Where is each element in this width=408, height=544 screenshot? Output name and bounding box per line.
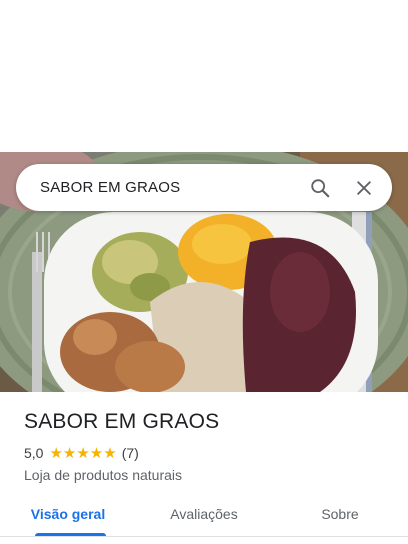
- place-title: SABOR EM GRAOS: [24, 410, 220, 433]
- tab-bar: Visão geral Avaliações Sobre: [0, 496, 408, 536]
- close-icon: [354, 178, 374, 198]
- tab-reviews[interactable]: Avaliações: [136, 496, 272, 536]
- search-bar[interactable]: SABOR EM GRAOS: [16, 164, 392, 211]
- star-rating-icon: ★★★★★: [49, 445, 117, 462]
- tab-label: Avaliações: [170, 506, 238, 522]
- rating-value: 5,0: [24, 445, 44, 461]
- tab-label: Sobre: [321, 506, 359, 522]
- divider: [0, 536, 408, 537]
- search-button[interactable]: [300, 168, 340, 208]
- place-details: SABOR EM GRAOS 5,0 ★★★★★ (7) Loja de pro…: [24, 410, 384, 483]
- review-count[interactable]: (7): [122, 445, 139, 461]
- search-icon: [309, 177, 331, 199]
- clear-search-button[interactable]: [344, 168, 384, 208]
- tab-about[interactable]: Sobre: [272, 496, 408, 536]
- search-input[interactable]: SABOR EM GRAOS: [40, 179, 300, 196]
- tab-label: Visão geral: [30, 506, 106, 522]
- place-category[interactable]: Loja de produtos naturais: [24, 467, 384, 483]
- rating-row[interactable]: 5,0 ★★★★★ (7): [24, 444, 384, 462]
- tab-overview[interactable]: Visão geral: [0, 496, 136, 536]
